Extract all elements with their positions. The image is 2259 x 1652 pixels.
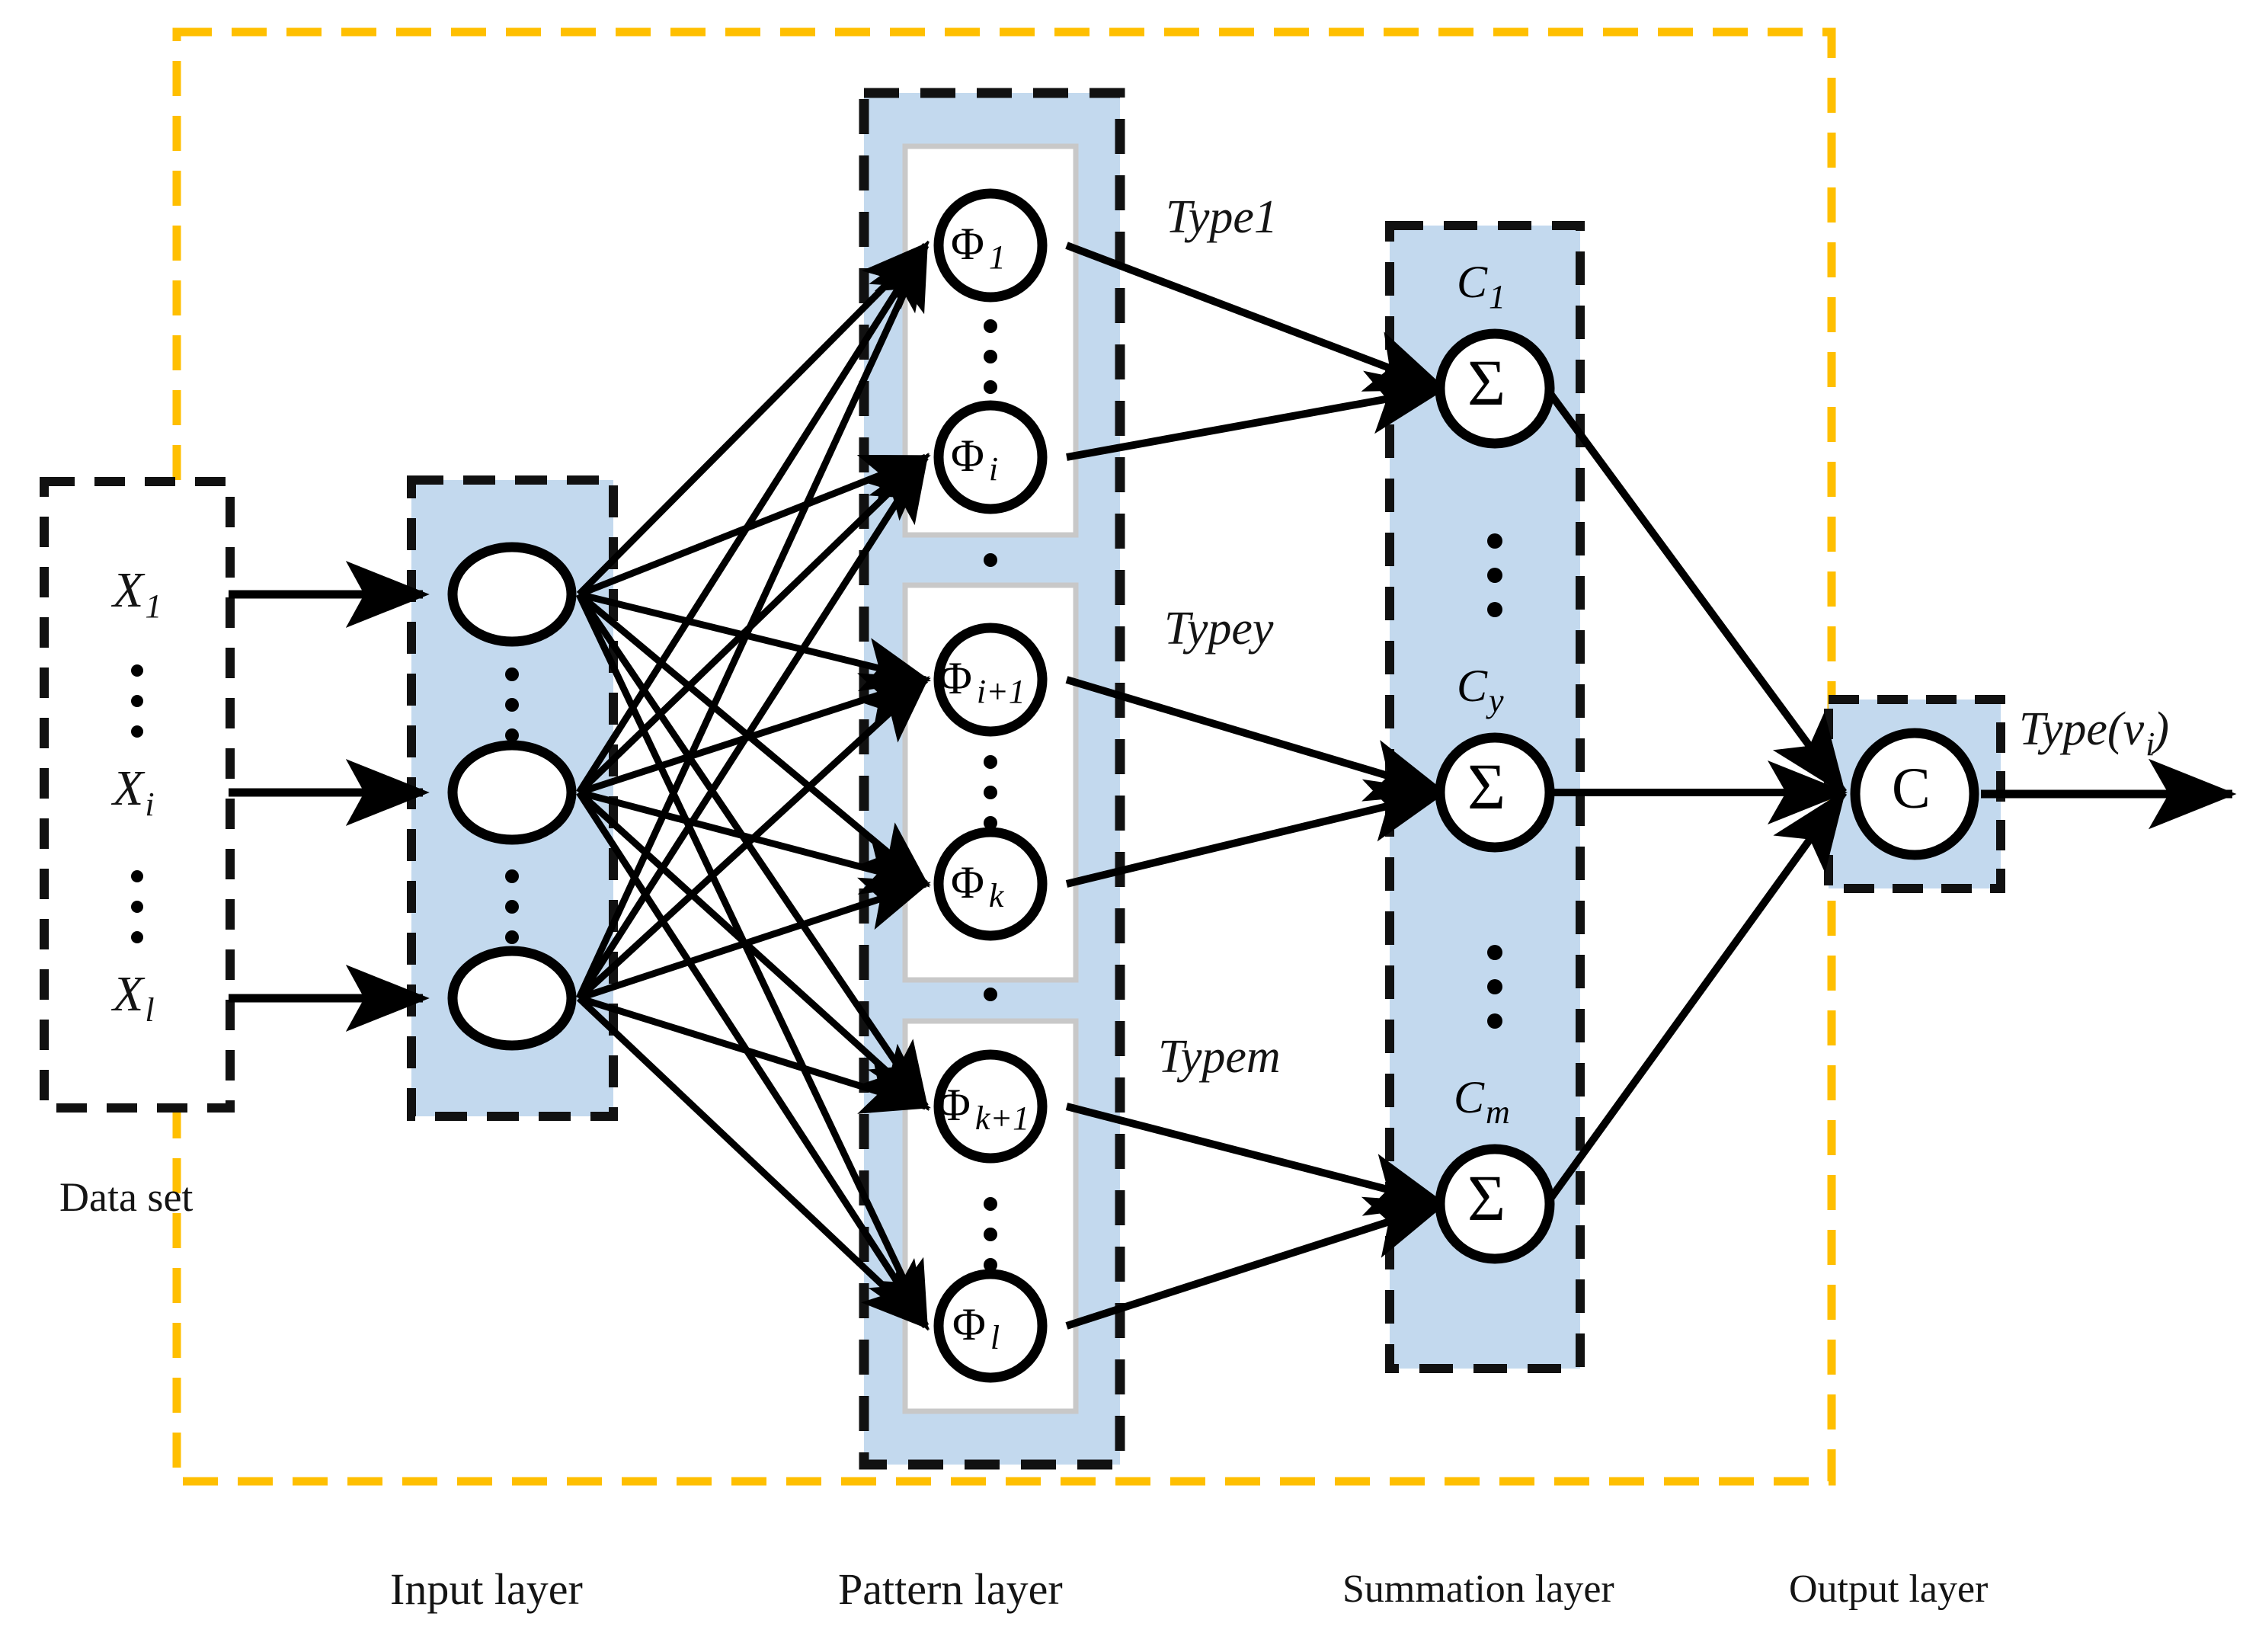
caption-output-layer: Output layer <box>1789 1567 1989 1611</box>
input-node-1[interactable] <box>447 542 577 647</box>
caption-pattern-layer: Pattern layer <box>838 1564 1063 1614</box>
type-label-1: Type1 <box>1166 191 1278 243</box>
input-node-3[interactable] <box>447 946 577 1051</box>
caption-input-layer: Input layer <box>390 1564 583 1614</box>
caption-summation-layer: Summation layer <box>1342 1567 1614 1611</box>
input-node-2[interactable] <box>447 740 577 845</box>
input-nodes <box>447 542 577 1051</box>
sigma-glyph-c1: Σ <box>1467 346 1506 419</box>
diagram-canvas: X1 Xi Xl Data set Φ1 Φi Φi+1 Φk Φk+1 Φl … <box>0 0 2259 1652</box>
dataset-item-x1: X1 <box>113 562 162 625</box>
dataset-to-input-arrows <box>229 561 430 1032</box>
summation-cap-label-cm: Cm <box>1454 1072 1510 1131</box>
output-node-glyph: C <box>1892 757 1931 821</box>
summation-cap-label-c1: C1 <box>1457 257 1506 315</box>
dataset-item-xl: Xl <box>113 966 155 1029</box>
sigma-glyph-cm: Σ <box>1467 1161 1506 1234</box>
pattern-node-label-phi-i1: Φi+1 <box>939 653 1026 710</box>
type-label-m: Typem <box>1158 1031 1281 1083</box>
summation-cap-label-cy: Cy <box>1457 661 1504 719</box>
network-diagram-svg <box>40 27 2237 1486</box>
pattern-node-label-phi-k: Φk <box>951 857 1004 914</box>
dataset-caption: Data set <box>59 1174 194 1220</box>
pattern-node-label-phi-i: Φi <box>951 431 999 488</box>
output-result-label: Type(vi) <box>2019 703 2169 763</box>
sigma-glyph-cy: Σ <box>1467 750 1506 823</box>
pattern-node-label-phi-1: Φ1 <box>951 219 1006 276</box>
type-label-y: Typey <box>1164 603 1274 655</box>
dataset-item-xi: Xi <box>113 760 155 823</box>
pattern-node-label-phi-k1: Φk+1 <box>937 1080 1030 1137</box>
summation-to-output-edges <box>1543 386 1848 1206</box>
pattern-node-label-phi-l: Φl <box>952 1299 1000 1356</box>
